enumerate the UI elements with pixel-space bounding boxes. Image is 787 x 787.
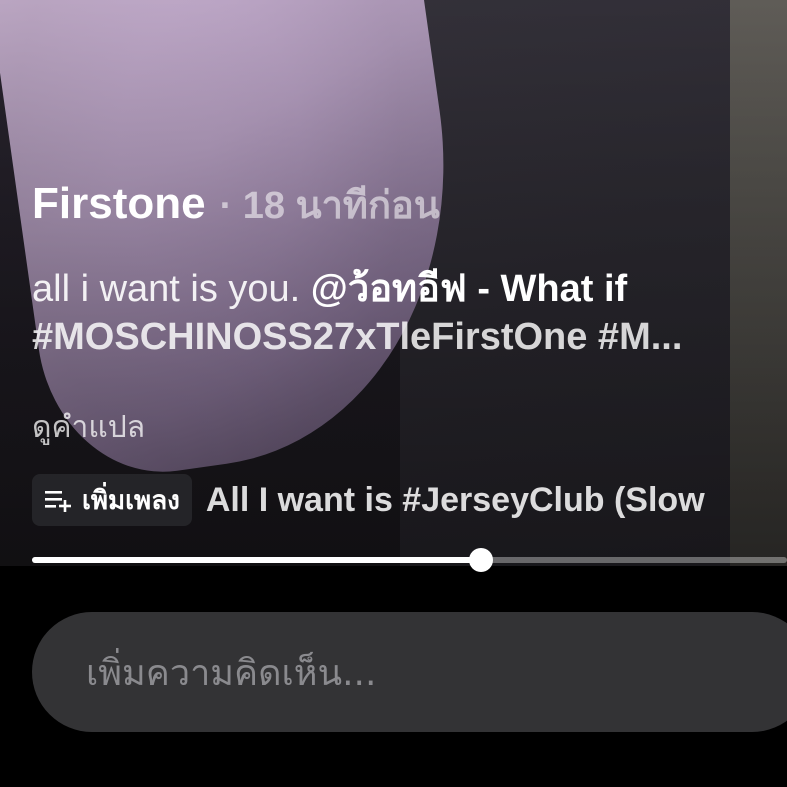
- comment-input[interactable]: [84, 612, 768, 734]
- see-translation-link[interactable]: ดูคำแปล: [32, 404, 145, 451]
- comment-bar[interactable]: [32, 612, 787, 734]
- playback-progress-bar[interactable]: [32, 548, 787, 572]
- song-title[interactable]: All I want is #JerseyClub (Slow: [206, 481, 705, 520]
- playlist-add-icon: [45, 491, 71, 512]
- caption-hashtags[interactable]: #MOSCHINOSS27xTleFirstOne #M...: [32, 316, 682, 358]
- progress-fill: [32, 557, 481, 563]
- post-timestamp: · 18 นาทีก่อน: [219, 185, 440, 227]
- caption-text: all i want is you.: [32, 268, 311, 310]
- post-header: Firstone · 18 นาทีก่อน: [32, 174, 440, 235]
- add-song-button[interactable]: เพิ่มเพลง: [32, 474, 192, 526]
- post-caption[interactable]: all i want is you. @ว้อทอีฟ - What if #M…: [32, 265, 782, 361]
- caption-mention[interactable]: @ว้อทอีฟ - What if: [311, 268, 627, 310]
- add-song-label: เพิ่มเพลง: [82, 484, 180, 515]
- progress-scrubber[interactable]: [469, 548, 493, 572]
- author-username[interactable]: Firstone: [32, 179, 206, 229]
- music-row: เพิ่มเพลง All I want is #JerseyClub (Slo…: [32, 474, 705, 526]
